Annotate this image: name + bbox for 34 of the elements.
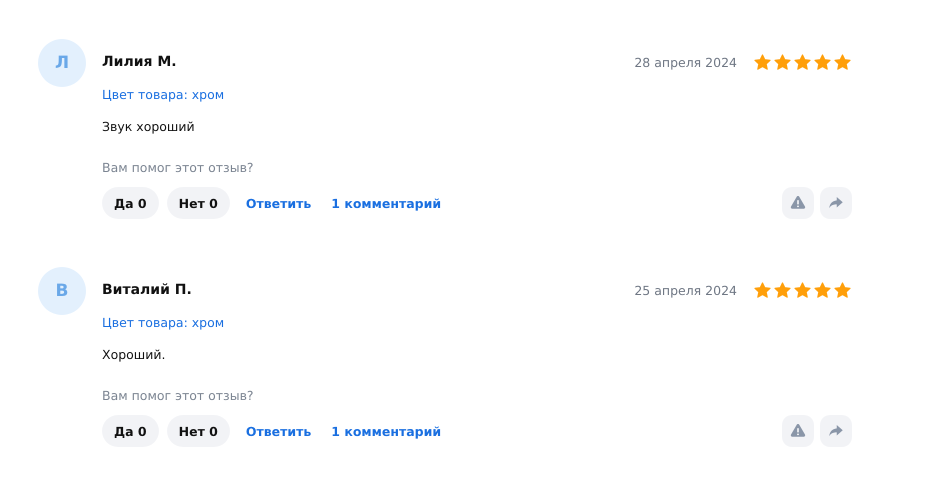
author-name: Лилия М. <box>102 54 177 70</box>
review-date: 28 апреля 2024 <box>634 54 737 70</box>
avatar: Л <box>38 39 86 87</box>
no-button[interactable]: Нет 0 <box>166 415 230 447</box>
review-text: Звук хороший <box>102 119 196 134</box>
author-name: Виталий П. <box>102 282 192 298</box>
star-icon <box>753 280 772 300</box>
yes-button[interactable]: Да 0 <box>102 187 159 219</box>
star-icon <box>813 280 832 300</box>
share-button[interactable] <box>820 415 852 447</box>
comments-link[interactable]: 1 комментарий <box>331 196 442 210</box>
star-icon <box>793 280 812 300</box>
share-button[interactable] <box>820 187 852 219</box>
reply-link[interactable]: Ответить <box>246 196 312 210</box>
product-variant: Цвет товара: хром <box>102 315 226 330</box>
helpful-prompt: Вам помог этот отзыв? <box>102 388 255 403</box>
reply-link[interactable]: Ответить <box>246 424 312 438</box>
helpful-prompt: Вам помог этот отзыв? <box>102 160 255 175</box>
product-variant: Цвет товара: хром <box>102 87 226 102</box>
star-icon <box>833 52 852 72</box>
comments-link[interactable]: 1 комментарий <box>331 424 442 438</box>
star-icon <box>753 52 772 72</box>
star-icon <box>833 280 852 300</box>
yes-button[interactable]: Да 0 <box>102 415 159 447</box>
report-button[interactable] <box>782 187 814 219</box>
review-date: 25 апреля 2024 <box>634 282 737 298</box>
review-text: Хороший. <box>102 347 166 362</box>
star-icon <box>773 52 792 72</box>
star-icon <box>813 52 832 72</box>
star-icon <box>793 52 812 72</box>
avatar: В <box>38 267 86 315</box>
star-icon <box>773 280 792 300</box>
report-button[interactable] <box>782 415 814 447</box>
no-button[interactable]: Нет 0 <box>166 187 230 219</box>
